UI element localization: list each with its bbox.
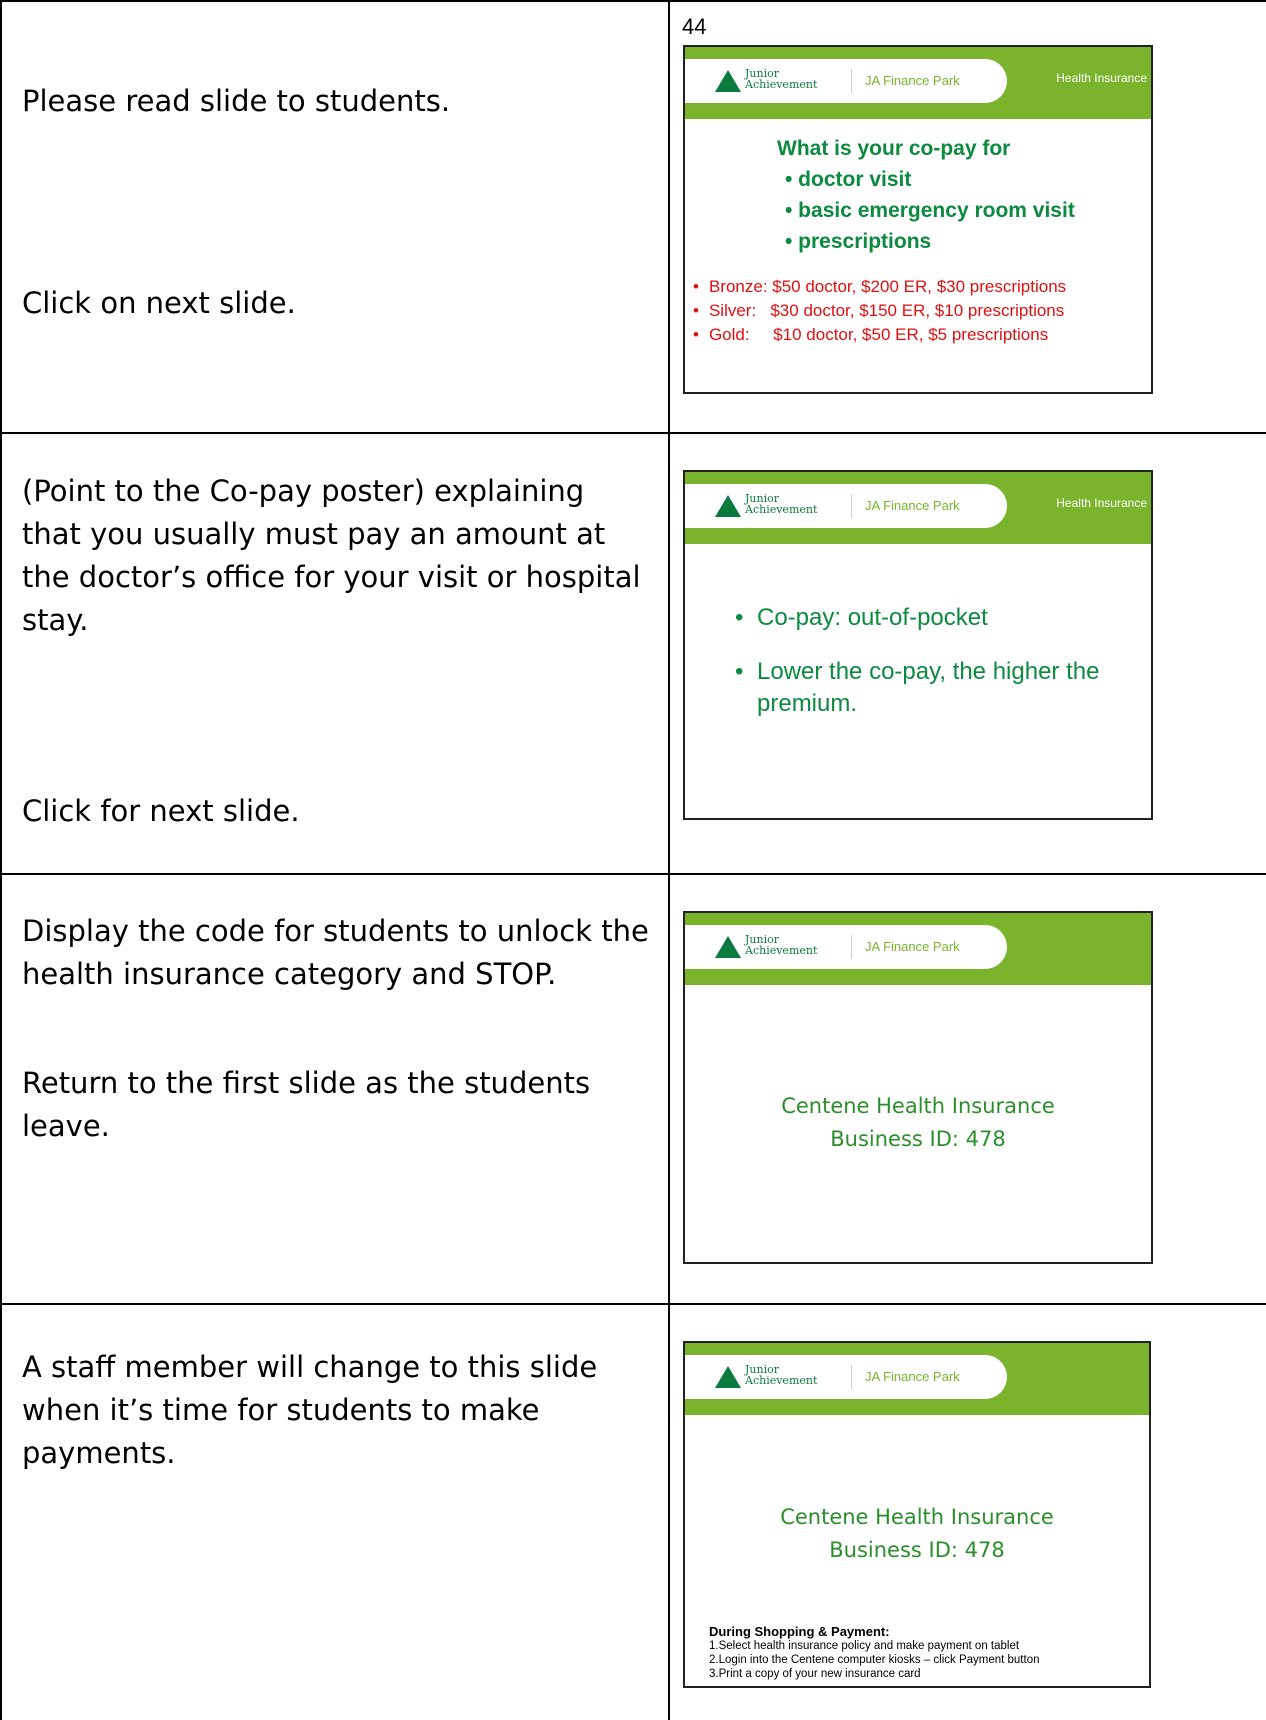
business-id: Business ID: 478 xyxy=(829,1538,1005,1562)
logo-divider xyxy=(851,935,852,959)
junior-achievement-logo-icon xyxy=(715,495,741,517)
slide-thumbnail: Junior Achievement JA Finance Park Cente… xyxy=(683,1341,1151,1688)
logo-divider xyxy=(851,494,852,518)
plan-item: Silver: $30 doctor, $150 ER, $10 prescri… xyxy=(693,299,1066,323)
logo-divider xyxy=(851,1365,852,1389)
payment-step: 1.Select health insurance policy and mak… xyxy=(709,1640,1020,1652)
instruction-text: Please read slide to students. xyxy=(22,84,451,118)
slide-section-title: Health Insurance xyxy=(1056,71,1147,85)
brand-name: JA Finance Park xyxy=(865,1369,960,1384)
slide-heading-item: • prescriptions xyxy=(785,230,932,253)
instruction-cell: Return to the first slide as the student… xyxy=(22,1062,642,1148)
logo-wordmark: Junior Achievement xyxy=(745,493,817,515)
junior-achievement-logo-icon xyxy=(715,1366,741,1388)
logo-banner: Junior Achievement JA Finance Park xyxy=(685,1355,1007,1399)
brand-name: JA Finance Park xyxy=(865,73,960,88)
slide-heading-item: • basic emergency room visit xyxy=(785,199,1075,222)
instruction-cell: Please read slide to students. xyxy=(22,80,642,123)
business-id: Business ID: 478 xyxy=(830,1127,1006,1151)
logo-line: Achievement xyxy=(745,944,818,957)
slide-header: Junior Achievement JA Finance Park Healt… xyxy=(685,47,1151,119)
logo-line: Achievement xyxy=(745,78,818,91)
plan-item: Bronze: $50 doctor, $200 ER, $30 prescri… xyxy=(693,275,1066,299)
slide-thumbnail: Junior Achievement JA Finance Park Healt… xyxy=(683,45,1153,394)
slide-section-title: Health Insurance xyxy=(1056,496,1147,510)
slide-bullet: Co-pay: out-of-pocket xyxy=(735,602,1135,634)
company-name: Centene Health Insurance xyxy=(781,1094,1055,1118)
slide-heading: What is your co-pay for • doctor visit •… xyxy=(777,133,1075,257)
instruction-cell: (Point to the Co-pay poster) explaining … xyxy=(22,470,642,642)
instruction-text: Return to the first slide as the student… xyxy=(22,1066,591,1143)
payment-step: 2.Login into the Centene computer kiosks… xyxy=(709,1654,1040,1666)
slide-bullet: Lower the co-pay, the higher the premium… xyxy=(735,656,1135,720)
logo-wordmark: Junior Achievement xyxy=(745,1364,817,1386)
slide-heading-title: What is your co-pay for xyxy=(777,137,1011,160)
slide-header: Junior Achievement JA Finance Park Healt… xyxy=(685,472,1151,544)
table-border-left xyxy=(0,0,2,1720)
instruction-text: Display the code for students to unlock … xyxy=(22,914,649,991)
instruction-text: A staff member will change to this slide… xyxy=(22,1350,598,1470)
logo-wordmark: Junior Achievement xyxy=(745,934,817,956)
slide-thumbnail: Junior Achievement JA Finance Park Cente… xyxy=(683,911,1153,1264)
instruction-table: 44 Please read slide to students. Click … xyxy=(0,0,1266,1720)
slide-header: Junior Achievement JA Finance Park xyxy=(685,1343,1149,1415)
slide-header: Junior Achievement JA Finance Park xyxy=(685,913,1151,985)
logo-line: Achievement xyxy=(745,1374,818,1387)
table-row-divider xyxy=(0,432,1266,434)
plan-list: Bronze: $50 doctor, $200 ER, $30 prescri… xyxy=(693,275,1066,347)
logo-line: Achievement xyxy=(745,503,818,516)
instruction-cell: A staff member will change to this slide… xyxy=(22,1346,642,1475)
instruction-text: Click for next slide. xyxy=(22,794,300,828)
instruction-cell: Click on next slide. xyxy=(22,282,642,325)
company-name: Centene Health Insurance xyxy=(780,1505,1054,1529)
table-column-divider xyxy=(668,0,670,1720)
plan-item: Gold: $10 doctor, $50 ER, $5 prescriptio… xyxy=(693,323,1066,347)
logo-wordmark: Junior Achievement xyxy=(745,68,817,90)
table-row-divider xyxy=(0,1303,1266,1305)
payment-step: 3.Print a copy of your new insurance car… xyxy=(709,1668,921,1680)
junior-achievement-logo-icon xyxy=(715,70,741,92)
payment-instructions-heading: During Shopping & Payment: xyxy=(709,1624,890,1639)
junior-achievement-logo-icon xyxy=(715,936,741,958)
logo-divider xyxy=(851,69,852,93)
slide-heading-item: • doctor visit xyxy=(785,168,912,191)
brand-name: JA Finance Park xyxy=(865,939,960,954)
table-row-divider xyxy=(0,873,1266,875)
instruction-text: Click on next slide. xyxy=(22,286,296,320)
page-number: 44 xyxy=(682,14,707,39)
instruction-cell: Click for next slide. xyxy=(22,790,642,833)
table-border-top xyxy=(0,0,1266,2)
instruction-cell: Display the code for students to unlock … xyxy=(22,910,662,996)
instruction-text: (Point to the Co-pay poster) explaining … xyxy=(22,474,641,637)
logo-banner: Junior Achievement JA Finance Park xyxy=(685,484,1007,528)
logo-banner: Junior Achievement JA Finance Park xyxy=(685,59,1007,103)
slide-thumbnail: Junior Achievement JA Finance Park Healt… xyxy=(683,470,1153,820)
slide-bullet-list: Co-pay: out-of-pocket Lower the co-pay, … xyxy=(735,602,1135,742)
payment-instructions: During Shopping & Payment: 1.Select heal… xyxy=(709,1625,1040,1681)
logo-banner: Junior Achievement JA Finance Park xyxy=(685,925,1007,969)
brand-name: JA Finance Park xyxy=(865,498,960,513)
